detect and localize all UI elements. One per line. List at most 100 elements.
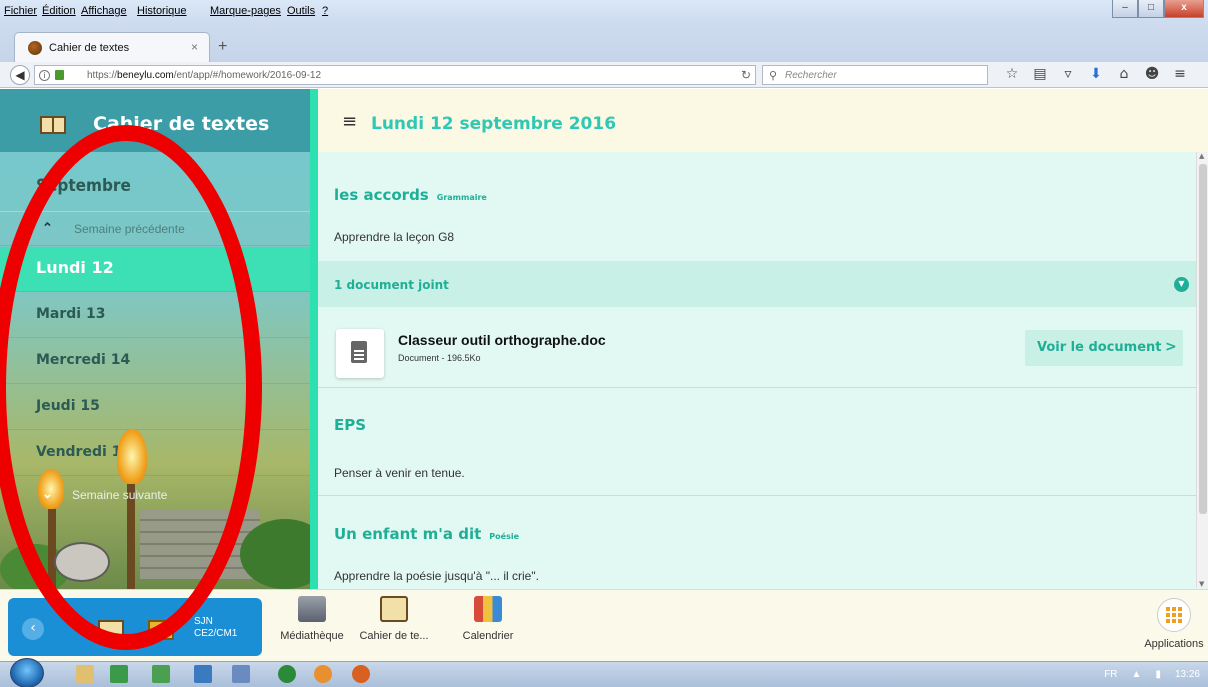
info-icon[interactable]: i: [39, 70, 50, 81]
section-title[interactable]: EPS: [334, 416, 366, 434]
firefox-icon[interactable]: [352, 665, 370, 683]
torch-illustration: [48, 499, 56, 589]
menu-historique[interactable]: Historique: [137, 5, 187, 17]
chevron-right-icon: >: [1165, 339, 1177, 355]
app-label: Médiathèque: [280, 630, 344, 642]
windows-start-icon[interactable]: [10, 658, 44, 687]
document-meta: Document - 196.5Ko: [398, 353, 481, 363]
search-input[interactable]: ⚲ Rechercher: [762, 65, 988, 85]
navigation-bar: ◀ i https://beneylu.com/ent/app/#/homewo…: [0, 62, 1208, 88]
previous-week-label: Semaine précédente: [74, 222, 185, 236]
section-title[interactable]: Un enfant m'a dit Poésie: [334, 525, 519, 543]
collapse-toggle-icon[interactable]: ▼: [1174, 277, 1189, 292]
favicon-icon: [28, 41, 42, 55]
calendar-icon: [474, 596, 502, 622]
scrollbar-thumb[interactable]: [1199, 164, 1207, 514]
search-placeholder: Rechercher: [785, 70, 837, 81]
url-bar[interactable]: i https://beneylu.com/ent/app/#/homework…: [34, 65, 756, 85]
minimize-button[interactable]: –: [1112, 0, 1138, 18]
book-icon: [380, 596, 408, 622]
network-icon[interactable]: ▮: [1155, 669, 1161, 680]
applications-label: Applications: [1144, 638, 1204, 650]
tab-strip: Cahier de textes × +: [0, 22, 1208, 62]
close-window-button[interactable]: x: [1164, 0, 1204, 18]
document-icon: [336, 329, 384, 378]
app-calendrier[interactable]: Calendrier: [448, 596, 528, 642]
grid-icon: [1157, 598, 1191, 632]
document-row: Classeur outil orthographe.doc Document …: [318, 308, 1196, 388]
new-tab-button[interactable]: +: [218, 38, 227, 56]
day-item-mercredi-14[interactable]: Mercredi 14: [0, 339, 310, 384]
lock-icon: [55, 70, 64, 80]
hamburger-icon[interactable]: ≡: [342, 111, 357, 132]
menu-marque-pages[interactable]: Marque-pages: [210, 5, 281, 17]
clock[interactable]: 13:26: [1175, 669, 1200, 680]
next-week-label: Semaine suivante: [72, 488, 168, 502]
presentation-app-icon[interactable]: [232, 665, 250, 683]
tab-close-icon[interactable]: ×: [191, 40, 198, 54]
explorer-icon[interactable]: [76, 665, 94, 683]
flame-illustration: [117, 429, 147, 484]
divider: [318, 495, 1196, 496]
mail-icon: [148, 620, 174, 640]
attachments-bar[interactable]: 1 document joint ▼: [318, 261, 1196, 307]
ent-app-bar: ‹ SJN CE2/CM1 Médiathèque Cahier de te...…: [0, 589, 1208, 661]
download-icon[interactable]: ⬇: [1084, 66, 1108, 82]
menu-help[interactable]: ?: [322, 5, 328, 17]
day-item-mardi-13[interactable]: Mardi 13: [0, 293, 310, 338]
section-text: Penser à venir en tenue.: [334, 466, 465, 480]
app-mediatheque[interactable]: Médiathèque: [272, 596, 352, 642]
view-document-label: Voir le document: [1037, 340, 1162, 355]
browser-menubar: Fichier Édition Affichage Historique Mar…: [0, 0, 1208, 22]
document-name: Classeur outil orthographe.doc: [398, 332, 606, 348]
section-title[interactable]: les accords Grammaire: [334, 186, 487, 204]
scroll-down-icon: ▼: [1199, 580, 1205, 588]
app-cahier-de-textes[interactable]: Cahier de te...: [354, 596, 434, 642]
app-label: Cahier de te...: [359, 630, 429, 642]
attachments-label: 1 document joint: [334, 278, 449, 292]
pocket-icon[interactable]: ▿: [1056, 66, 1080, 82]
day-item-jeudi-15[interactable]: Jeudi 15: [0, 385, 310, 430]
media-player-icon[interactable]: [278, 665, 296, 683]
scrollbar[interactable]: ▲ ▼: [1196, 152, 1208, 588]
sidebar: Cahier de textes Septembre ⌃ Semaine pré…: [0, 89, 310, 589]
subject-tag: Grammaire: [436, 193, 487, 202]
next-week-button[interactable]: ⌄ Semaine suivante: [0, 484, 310, 508]
maximize-button[interactable]: □: [1138, 0, 1164, 18]
window-controls: – □ x: [1112, 0, 1204, 18]
menu-outils[interactable]: Outils: [287, 5, 315, 17]
spreadsheet-icon[interactable]: [152, 665, 170, 683]
tray-arrow-icon[interactable]: ▲: [1132, 669, 1142, 680]
chevron-up-icon: ⌃: [42, 220, 53, 235]
applications-button[interactable]: Applications: [1140, 598, 1208, 650]
school-switcher[interactable]: ‹ SJN CE2/CM1: [8, 598, 262, 656]
back-button[interactable]: ◀: [10, 65, 30, 85]
excel-icon[interactable]: [110, 665, 128, 683]
homework-content: ≡ Lundi 12 septembre 2016 les accords Gra…: [310, 89, 1208, 589]
scroll-up-icon: ▲: [1199, 152, 1205, 160]
view-document-button[interactable]: Voir le document >: [1025, 330, 1183, 366]
app-label: Calendrier: [462, 630, 514, 642]
app-title: Cahier de textes: [93, 113, 270, 135]
star-icon[interactable]: ☆: [1000, 66, 1024, 82]
url-text: https://beneylu.com/ent/app/#/homework/2…: [87, 70, 322, 81]
chrome-icon[interactable]: [314, 665, 332, 683]
system-tray: FR ▲ ▮ 13:26: [1104, 669, 1200, 680]
reading-list-icon[interactable]: ▤: [1028, 66, 1052, 82]
menu-icon[interactable]: ≡: [1168, 66, 1192, 82]
tab-cahier-de-textes[interactable]: Cahier de textes ×: [14, 32, 210, 62]
home-icon[interactable]: ⌂: [1112, 66, 1136, 82]
chevron-left-icon[interactable]: ‹: [22, 618, 44, 640]
chat-icon[interactable]: ☻: [1140, 66, 1164, 82]
windows-taskbar: FR ▲ ▮ 13:26: [0, 658, 1208, 687]
day-item-lundi-12[interactable]: Lundi 12: [0, 247, 310, 292]
menu-affichage[interactable]: Affichage: [81, 5, 127, 17]
content-header: ≡ Lundi 12 septembre 2016: [318, 89, 1208, 152]
menu-fichier[interactable]: Fichier: [4, 5, 37, 17]
document-app-icon[interactable]: [194, 665, 212, 683]
reload-icon[interactable]: ↻: [741, 68, 751, 82]
menu-edition[interactable]: Édition: [42, 5, 76, 17]
previous-week-button[interactable]: ⌃ Semaine précédente: [0, 211, 310, 246]
language-indicator[interactable]: FR: [1104, 669, 1117, 680]
section-text: Apprendre la leçon G8: [334, 230, 455, 244]
